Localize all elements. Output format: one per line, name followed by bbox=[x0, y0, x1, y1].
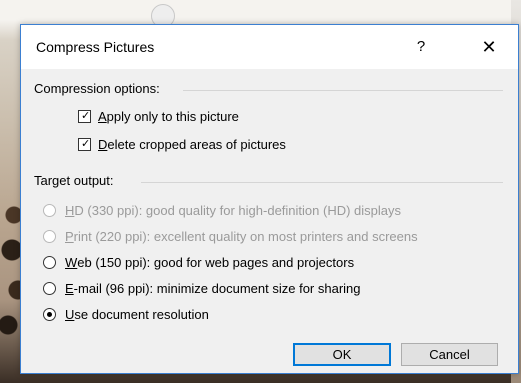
close-icon[interactable]: ✕ bbox=[476, 34, 502, 60]
radio-label: D (330 ppi): good quality for high-defin… bbox=[74, 202, 401, 218]
accel-key: H bbox=[65, 202, 75, 218]
radio-button[interactable] bbox=[43, 307, 56, 321]
radio-button[interactable] bbox=[43, 203, 56, 217]
checkmark-icon: ✓ bbox=[81, 137, 91, 150]
radio-button[interactable] bbox=[43, 229, 56, 243]
checkbox-label: pply only to this picture bbox=[106, 108, 239, 124]
delete-cropped-areas-checkbox[interactable]: ✓ Delete cropped areas of pictures bbox=[78, 135, 286, 153]
radio-label: -mail (96 ppi): minimize document size f… bbox=[73, 280, 361, 296]
compression-divider bbox=[183, 90, 503, 91]
accel-key: U bbox=[65, 306, 75, 322]
accel-key: E bbox=[65, 280, 74, 296]
target-divider bbox=[141, 182, 503, 183]
radio-button[interactable] bbox=[43, 281, 56, 295]
web-radio[interactable]: Web (150 ppi): good for web pages and pr… bbox=[43, 253, 354, 271]
radio-label: se document resolution bbox=[74, 306, 209, 322]
accel-key: W bbox=[65, 254, 78, 270]
print-radio[interactable]: Print (220 ppi): excellent quality on mo… bbox=[43, 227, 418, 245]
apply-only-this-picture-checkbox[interactable]: ✓ Apply only to this picture bbox=[78, 107, 239, 125]
hd-radio[interactable]: HD (330 ppi): good quality for high-defi… bbox=[43, 201, 401, 219]
checkbox-box[interactable]: ✓ bbox=[78, 137, 91, 151]
accel-key: A bbox=[98, 108, 107, 124]
radio-selected-dot bbox=[47, 311, 52, 317]
checkbox-label: elete cropped areas of pictures bbox=[107, 136, 286, 152]
accel-key: D bbox=[98, 136, 108, 152]
help-icon[interactable]: ? bbox=[411, 37, 431, 57]
checkbox-box[interactable]: ✓ bbox=[78, 109, 91, 123]
target-output-label: Target output: bbox=[34, 173, 114, 188]
accel-key: P bbox=[65, 228, 74, 244]
radio-label: rint (220 ppi): excellent quality on mos… bbox=[73, 228, 418, 244]
use-document-resolution-radio[interactable]: Use document resolution bbox=[43, 305, 209, 323]
cancel-button[interactable]: Cancel bbox=[401, 343, 498, 366]
email-radio[interactable]: E -mail (96 ppi): minimize document size … bbox=[43, 279, 361, 297]
checkmark-icon: ✓ bbox=[81, 109, 91, 122]
radio-label: eb (150 ppi): good for web pages and pro… bbox=[77, 254, 355, 270]
compress-pictures-dialog: Compress Pictures ? ✕ Compression option… bbox=[20, 24, 519, 374]
radio-button[interactable] bbox=[43, 255, 56, 269]
dialog-titlebar: Compress Pictures ? ✕ bbox=[21, 25, 518, 69]
dialog-title: Compress Pictures bbox=[36, 39, 155, 55]
compression-options-label: Compression options: bbox=[34, 81, 160, 96]
ok-button[interactable]: OK bbox=[293, 343, 391, 366]
